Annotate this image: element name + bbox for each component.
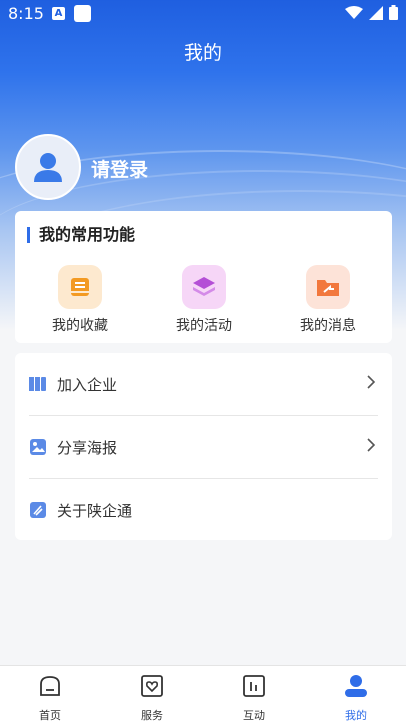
chevron-right-icon bbox=[367, 375, 376, 389]
collection-icon bbox=[58, 265, 102, 309]
my-collection-button[interactable]: 我的收藏 bbox=[35, 265, 125, 335]
activity-icon bbox=[182, 265, 226, 309]
common-functions-card: 我的常用功能 我的收藏 我的活动 我的消息 bbox=[15, 211, 392, 343]
menu-label-join-company: 加入企业 bbox=[57, 376, 118, 394]
chevron-right-icon bbox=[367, 438, 376, 452]
user-icon bbox=[345, 675, 367, 697]
building-icon bbox=[29, 377, 46, 391]
tab-interaction[interactable]: 互动 bbox=[214, 674, 294, 723]
wifi-icon bbox=[345, 5, 363, 19]
home-icon bbox=[40, 676, 60, 696]
menu-item-join-company[interactable]: 加入企业 bbox=[15, 353, 392, 415]
signal-icon bbox=[369, 5, 383, 20]
tab-services[interactable]: 服务 bbox=[112, 674, 192, 723]
status-bar: 8:15 A bbox=[0, 0, 406, 28]
avatar[interactable] bbox=[15, 134, 81, 200]
tab-label-services: 服务 bbox=[141, 709, 163, 722]
menu-item-share-poster[interactable]: 分享海报 bbox=[15, 416, 392, 478]
heart-icon bbox=[141, 675, 163, 697]
my-messages-label: 我的消息 bbox=[300, 318, 356, 334]
user-avatar-icon bbox=[34, 153, 62, 182]
chart-icon bbox=[243, 675, 265, 697]
message-icon bbox=[306, 265, 350, 309]
tab-label-mine: 我的 bbox=[345, 709, 367, 722]
menu-label-about: 关于陕企通 bbox=[57, 502, 133, 520]
about-icon bbox=[30, 502, 46, 518]
notification-a-icon: A bbox=[52, 7, 65, 20]
tab-home[interactable]: 首页 bbox=[10, 674, 90, 723]
notification-square-icon bbox=[74, 5, 91, 22]
my-activity-label: 我的活动 bbox=[176, 318, 232, 334]
menu-label-share-poster: 分享海报 bbox=[57, 439, 118, 457]
tab-label-interaction: 互动 bbox=[243, 709, 265, 722]
battery-icon bbox=[389, 5, 398, 20]
menu-item-about[interactable]: 关于陕企通 bbox=[15, 479, 392, 541]
my-collection-label: 我的收藏 bbox=[52, 318, 108, 334]
status-time: 8:15 bbox=[8, 4, 44, 23]
login-link[interactable]: 请登录 bbox=[91, 155, 148, 182]
tab-mine[interactable]: 我的 bbox=[316, 674, 396, 723]
settings-menu-card: 加入企业 分享海报 关于陕企通 bbox=[15, 353, 392, 540]
my-messages-button[interactable]: 我的消息 bbox=[283, 265, 373, 335]
tab-label-home: 首页 bbox=[39, 709, 61, 722]
my-activity-button[interactable]: 我的活动 bbox=[159, 265, 249, 335]
image-icon bbox=[30, 439, 46, 455]
page-title: 我的 bbox=[183, 42, 222, 64]
bottom-tab-bar: 首页 服务 互动 我的 bbox=[0, 665, 406, 724]
functions-title: 我的常用功能 bbox=[27, 227, 135, 243]
